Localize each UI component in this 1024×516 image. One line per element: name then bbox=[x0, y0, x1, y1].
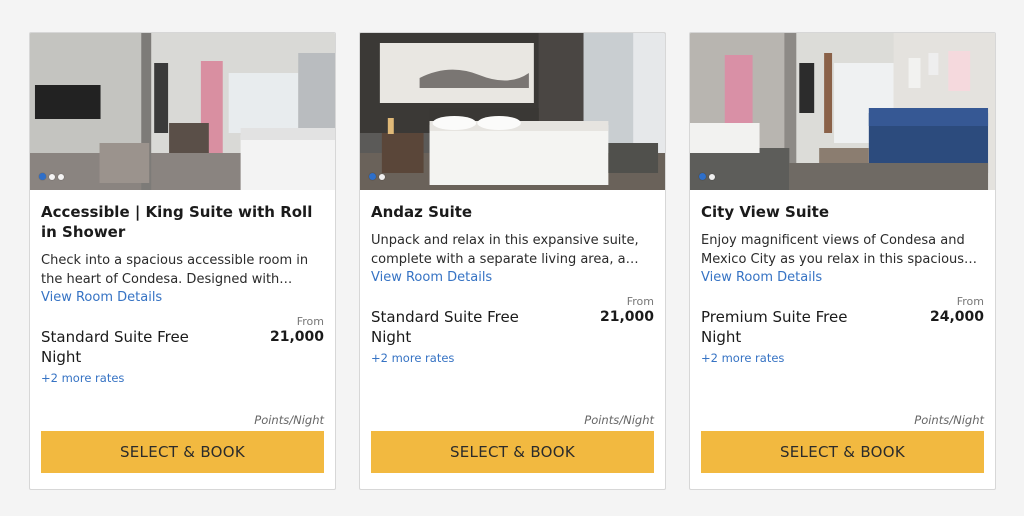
carousel-dot[interactable] bbox=[49, 173, 55, 180]
room-card: City View Suite Enjoy magnificent views … bbox=[689, 32, 996, 490]
carousel-dots bbox=[369, 173, 385, 180]
view-room-details-link[interactable]: View Room Details bbox=[701, 269, 984, 287]
rate-name: Standard Suite Free Night bbox=[371, 308, 519, 346]
more-rates-link[interactable]: +2 more rates bbox=[701, 351, 984, 365]
room-photo bbox=[360, 33, 665, 190]
carousel-dot[interactable] bbox=[58, 173, 64, 180]
rate-name: Standard Suite Free Night bbox=[41, 328, 189, 366]
points-price: 21,000 bbox=[269, 329, 324, 345]
room-card: Andaz Suite Unpack and relax in this exp… bbox=[359, 32, 666, 490]
rate-section: From 21,000 Standard Suite Free Night +2… bbox=[371, 295, 654, 365]
carousel-dot[interactable] bbox=[699, 173, 706, 180]
select-and-book-button[interactable]: SELECT & BOOK bbox=[371, 431, 654, 473]
room-photo-carousel[interactable] bbox=[360, 33, 665, 190]
carousel-dots bbox=[39, 173, 64, 180]
carousel-dot[interactable] bbox=[39, 173, 46, 180]
more-rates-link[interactable]: +2 more rates bbox=[41, 371, 324, 385]
from-label: From bbox=[626, 295, 654, 308]
carousel-dots bbox=[699, 173, 715, 180]
points-per-night-label: Points/Night bbox=[584, 413, 654, 427]
room-title: Accessible | King Suite with Roll in Sho… bbox=[41, 203, 313, 241]
room-cards-list: Accessible | King Suite with Roll in Sho… bbox=[29, 32, 996, 490]
rate-section: From 24,000 Premium Suite Free Night +2 … bbox=[701, 295, 984, 365]
carousel-dot[interactable] bbox=[379, 173, 385, 180]
room-description: Check into a spacious accessible room in… bbox=[41, 253, 309, 287]
points-price: 24,000 bbox=[929, 309, 984, 325]
points-price: 21,000 bbox=[599, 309, 654, 325]
room-description: Enjoy magnificent views of Condesa and M… bbox=[701, 233, 965, 267]
view-room-details-link[interactable]: View Room Details bbox=[371, 269, 654, 287]
select-and-book-button[interactable]: SELECT & BOOK bbox=[701, 431, 984, 473]
room-card: Accessible | King Suite with Roll in Sho… bbox=[29, 32, 336, 490]
view-room-details-link[interactable]: View Room Details bbox=[41, 289, 324, 307]
rate-name: Premium Suite Free Night bbox=[701, 308, 848, 346]
room-title: City View Suite bbox=[701, 203, 830, 221]
points-per-night-label: Points/Night bbox=[914, 413, 984, 427]
points-per-night-label: Points/Night bbox=[254, 413, 324, 427]
room-photo-carousel[interactable] bbox=[690, 33, 995, 190]
carousel-dot[interactable] bbox=[369, 173, 376, 180]
rate-section: From 21,000 Standard Suite Free Night +2… bbox=[41, 315, 324, 385]
room-photo bbox=[30, 33, 335, 190]
room-photo bbox=[690, 33, 995, 190]
from-label: From bbox=[296, 315, 324, 328]
room-description: Unpack and relax in this expansive suite… bbox=[371, 233, 639, 267]
from-label: From bbox=[956, 295, 984, 308]
more-rates-link[interactable]: +2 more rates bbox=[371, 351, 654, 365]
room-title: Andaz Suite bbox=[371, 203, 473, 221]
room-photo-carousel[interactable] bbox=[30, 33, 335, 190]
select-and-book-button[interactable]: SELECT & BOOK bbox=[41, 431, 324, 473]
carousel-dot[interactable] bbox=[709, 173, 715, 180]
